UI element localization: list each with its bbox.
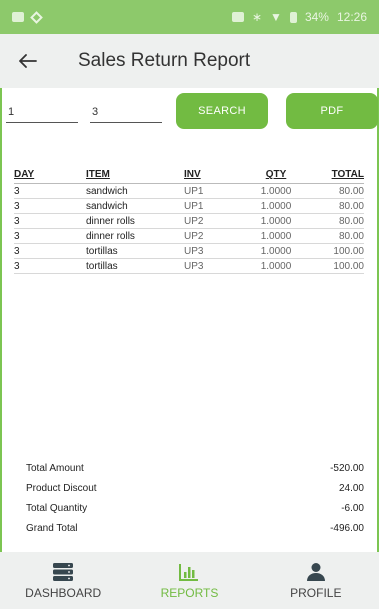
cell-inv: UP1 xyxy=(184,200,204,212)
battery-level: 34% xyxy=(304,10,329,24)
from-day-input[interactable] xyxy=(6,101,78,123)
cell-total: 100.00 xyxy=(333,245,364,257)
battery-icon xyxy=(289,11,297,23)
table-row: 3 tortillas UP3 1.0000 100.00 xyxy=(14,259,364,274)
cell-inv: UP1 xyxy=(184,185,204,197)
mail-icon xyxy=(12,12,24,22)
summary-discount: Product Discout 24.00 xyxy=(26,478,364,498)
cell-day: 3 xyxy=(14,185,20,197)
report-summary: Total Amount -520.00 Product Discout 24.… xyxy=(26,458,364,538)
header-item: ITEM xyxy=(86,169,110,180)
user-icon xyxy=(306,562,325,581)
nav-dashboard-label: DASHBOARD xyxy=(25,585,102,600)
header-total: TOTAL xyxy=(331,169,364,180)
cell-qty: 1.0000 xyxy=(260,200,292,212)
table-row: 3 tortillas UP3 1.0000 100.00 xyxy=(14,244,364,259)
nav-reports-label: REPORTS xyxy=(160,585,219,600)
cell-day: 3 xyxy=(14,215,20,227)
page-title: Sales Return Report xyxy=(78,50,251,71)
pdf-button[interactable]: PDF xyxy=(286,93,378,129)
summary-quantity: Total Quantity -6.00 xyxy=(26,498,364,518)
cell-inv: UP2 xyxy=(184,230,204,242)
cell-day: 3 xyxy=(14,260,20,272)
cell-inv: UP3 xyxy=(184,245,204,257)
header-qty: QTY xyxy=(265,169,287,180)
cell-total: 80.00 xyxy=(338,230,364,242)
nav-profile[interactable]: PROFILE xyxy=(253,552,379,609)
bar-chart-icon xyxy=(179,563,199,581)
search-button[interactable]: SEARCH xyxy=(176,93,268,129)
cell-item: tortillas xyxy=(86,260,118,272)
server-icon xyxy=(53,562,74,581)
cell-inv: UP2 xyxy=(184,215,204,227)
cell-day: 3 xyxy=(14,200,20,212)
table-row: 3 sandwich UP1 1.0000 80.00 xyxy=(14,199,364,214)
discount-value: 24.00 xyxy=(338,482,364,494)
cell-total: 80.00 xyxy=(338,200,364,212)
nav-profile-label: PROFILE xyxy=(290,585,342,600)
cell-total: 80.00 xyxy=(338,215,364,227)
notification-icon xyxy=(30,10,43,24)
cell-total: 100.00 xyxy=(333,260,364,272)
nav-dashboard[interactable]: DASHBOARD xyxy=(0,552,126,609)
discount-label: Product Discout xyxy=(26,482,97,494)
summary-total-amount: Total Amount -520.00 xyxy=(26,458,364,478)
cell-total: 80.00 xyxy=(338,185,364,197)
status-bar: ∗ ▼ 34% 12:26 xyxy=(0,0,379,34)
report-table: DAY ITEM INV QTY TOTAL 3 sandwich UP1 1.000… xyxy=(14,166,364,274)
grand-total-value: -496.00 xyxy=(330,522,364,534)
cell-qty: 1.0000 xyxy=(260,230,292,242)
app-bar: Sales Return Report xyxy=(0,34,379,88)
cell-item: sandwich xyxy=(86,185,128,197)
cell-day: 3 xyxy=(14,230,20,242)
quantity-value: -6.00 xyxy=(341,502,364,514)
back-button[interactable] xyxy=(0,34,56,88)
table-row: 3 sandwich UP1 1.0000 80.00 xyxy=(14,184,364,199)
bluetooth-icon: ∗ xyxy=(251,10,263,24)
cell-qty: 1.0000 xyxy=(260,260,292,272)
header-day: DAY xyxy=(14,169,35,180)
bottom-navigation: DASHBOARD REPORTS PROFILE xyxy=(0,552,379,609)
cell-qty: 1.0000 xyxy=(260,245,292,257)
cell-item: dinner rolls xyxy=(86,230,135,242)
wifi-icon: ▼ xyxy=(270,10,282,24)
quantity-label: Total Quantity xyxy=(26,502,88,514)
cell-qty: 1.0000 xyxy=(260,185,292,197)
cell-qty: 1.0000 xyxy=(260,215,292,227)
total-amount-value: -520.00 xyxy=(330,462,364,474)
filter-bar: SEARCH PDF xyxy=(0,93,379,129)
nav-reports[interactable]: REPORTS xyxy=(126,552,252,609)
summary-grand-total: Grand Total -496.00 xyxy=(26,518,364,538)
cell-inv: UP3 xyxy=(184,260,204,272)
total-amount-label: Total Amount xyxy=(26,462,84,474)
header-inv: INV xyxy=(184,169,201,180)
table-header: DAY ITEM INV QTY TOTAL xyxy=(14,166,364,184)
arrow-left-icon xyxy=(19,54,37,68)
table-row: 3 dinner rolls UP2 1.0000 80.00 xyxy=(14,229,364,244)
clock: 12:26 xyxy=(336,10,367,24)
cell-item: tortillas xyxy=(86,245,118,257)
cell-item: dinner rolls xyxy=(86,215,135,227)
vibrate-icon xyxy=(231,12,244,22)
table-row: 3 dinner rolls UP2 1.0000 80.00 xyxy=(14,214,364,229)
to-day-input[interactable] xyxy=(90,101,162,123)
grand-total-label: Grand Total xyxy=(26,522,78,534)
cell-day: 3 xyxy=(14,245,20,257)
cell-item: sandwich xyxy=(86,200,128,212)
